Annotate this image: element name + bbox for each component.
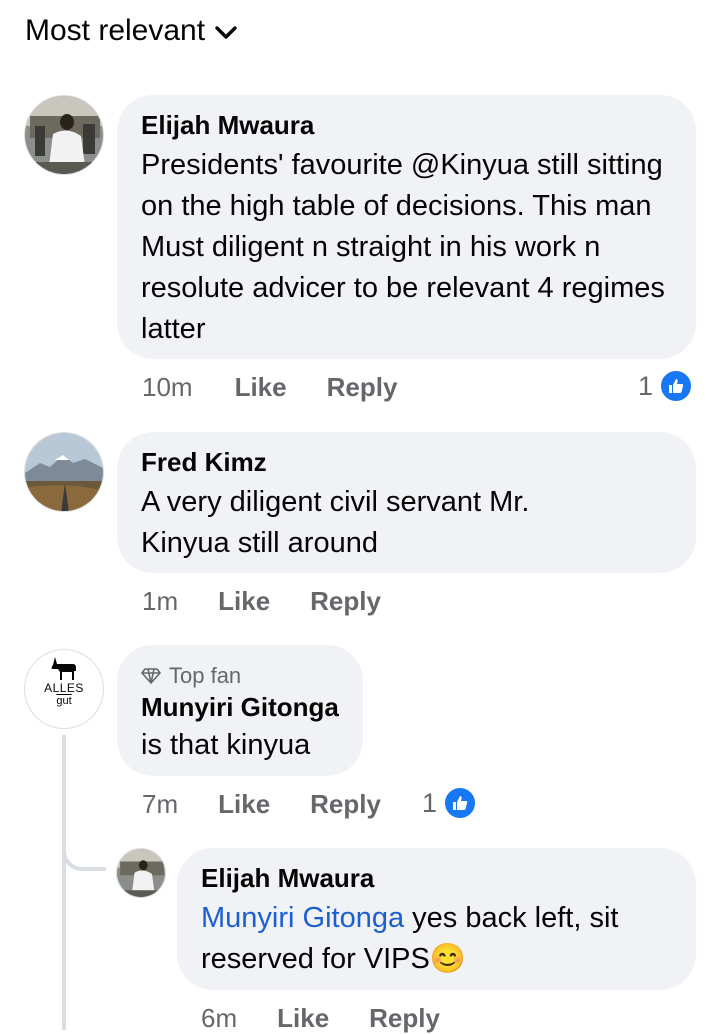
like-reaction-icon [443, 786, 478, 820]
reply-time[interactable]: 6m [201, 1003, 237, 1034]
sort-label: Most relevant [25, 14, 206, 47]
avatar[interactable] [116, 848, 166, 898]
donkey-logo-icon [51, 657, 76, 680]
avatar-text: ALLES [44, 681, 84, 695]
reaction-summary[interactable]: 1 [422, 786, 478, 820]
badge-label: Top fan [169, 663, 242, 688]
reply-bubble: Elijah Mwaura Munyiri Gitonga yes back l… [177, 848, 696, 990]
comment-time[interactable]: 1m [142, 586, 178, 617]
reply-author[interactable]: Elijah Mwaura [201, 863, 374, 894]
like-button[interactable]: Like [218, 586, 270, 617]
comment-actions: 10m Like Reply [142, 372, 397, 403]
comment-bubble: Top fan Munyiri Gitonga is that kinyua [117, 645, 363, 776]
comment-bubble: Elijah Mwaura Presidents' favourite @Kin… [117, 95, 696, 359]
reply-button[interactable]: Reply [369, 1003, 440, 1034]
comment-actions: 7m Like Reply [142, 789, 381, 820]
comment-author[interactable]: Munyiri Gitonga [141, 692, 339, 723]
comment-author[interactable]: Elijah Mwaura [141, 110, 314, 141]
like-button[interactable]: Like [235, 372, 287, 403]
like-button[interactable]: Like [277, 1003, 329, 1034]
comment-time[interactable]: 10m [142, 372, 193, 403]
like-reaction-icon [659, 369, 694, 403]
reply-text: Munyiri Gitonga yes back left, sit reser… [201, 898, 681, 980]
thread-line [62, 735, 66, 1030]
like-button[interactable]: Like [218, 789, 270, 820]
comment-actions: 1m Like Reply [142, 586, 381, 617]
reply-button[interactable]: Reply [327, 372, 398, 403]
avatar[interactable] [24, 95, 104, 175]
reply-actions: 6m Like Reply [201, 1003, 440, 1034]
comment-author[interactable]: Fred Kimz [141, 447, 267, 478]
smiley-emoji: 😊 [429, 943, 466, 975]
chevron-down-icon [215, 26, 237, 39]
thread-connector [62, 815, 106, 871]
comment-bubble: Fred Kimz A very diligent civil servant … [117, 432, 696, 573]
reaction-count: 1 [638, 370, 654, 401]
reply-button[interactable]: Reply [310, 789, 381, 820]
avatar[interactable] [24, 432, 104, 512]
reply-button[interactable]: Reply [310, 586, 381, 617]
comment-time[interactable]: 7m [142, 789, 178, 820]
reaction-summary[interactable]: 1 [638, 369, 694, 403]
reaction-count: 1 [422, 787, 438, 818]
mention-link[interactable]: Munyiri Gitonga [201, 902, 404, 934]
avatar[interactable]: ALLES gut [24, 649, 104, 729]
comment-text: is that kinyua [141, 729, 311, 761]
comment-text: Presidents' favourite @Kinyua still sitt… [141, 149, 665, 345]
comment-text: A very diligent civil servant Mr. Kinyua… [141, 486, 530, 559]
sort-dropdown[interactable]: Most relevant [25, 14, 237, 48]
top-fan-badge: Top fan [141, 663, 241, 689]
avatar-subtext: gut [56, 695, 72, 707]
diamond-icon [141, 668, 161, 684]
